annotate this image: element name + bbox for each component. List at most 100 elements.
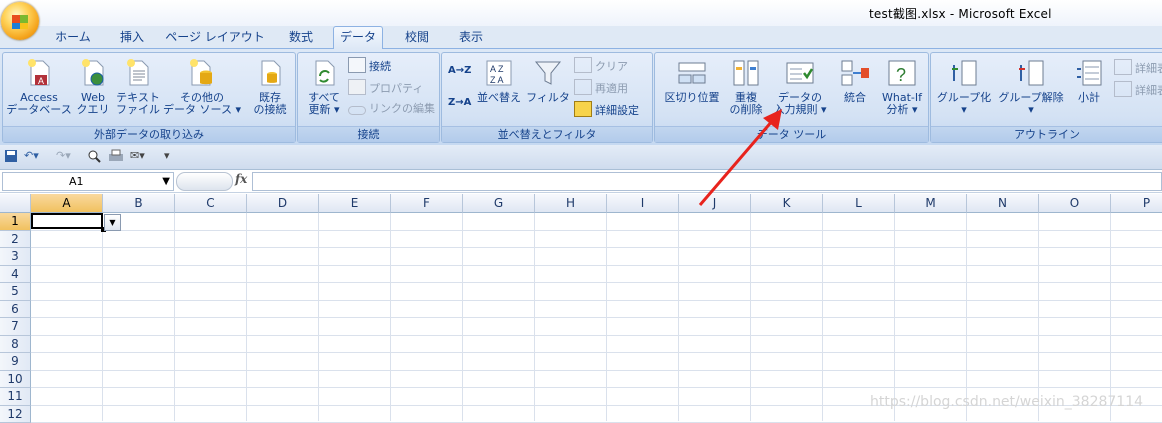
email-icon[interactable]: ✉▾ — [130, 149, 145, 162]
properties-icon — [348, 79, 366, 95]
column-header-h[interactable]: H — [535, 194, 607, 213]
row-header-2[interactable]: 2 — [0, 231, 31, 249]
access-button[interactable]: A Access データベース — [5, 57, 73, 116]
row-header-6[interactable]: 6 — [0, 301, 31, 319]
group-label-external: 外部データの取り込み — [3, 126, 295, 142]
row-header-7[interactable]: 7 — [0, 318, 31, 336]
advanced-filter-button[interactable]: 詳細設定 — [574, 101, 639, 119]
validation-dropdown-icon[interactable]: ▼ — [104, 214, 121, 231]
edit-links-button[interactable]: リンクの編集 — [348, 101, 435, 117]
row-header-12[interactable]: 12 — [0, 406, 31, 423]
existing-connections-button[interactable]: 既存 の接続 — [247, 57, 293, 116]
insert-function-icon[interactable]: fx — [235, 172, 247, 186]
tab-insert[interactable]: 挿入 — [108, 27, 156, 48]
consolidate-button[interactable]: 統合 — [833, 57, 877, 104]
column-header-l[interactable]: L — [823, 194, 895, 213]
worksheet-grid[interactable]: ABCDEFGHIJKLMNOP 123456789101112 ▼ — [0, 194, 1162, 421]
remove-duplicates-button[interactable]: 重複 の削除 — [725, 57, 767, 116]
remove-duplicates-icon — [730, 57, 762, 89]
name-box[interactable]: A1 ▼ — [2, 172, 174, 191]
chevron-down-icon[interactable]: ▼ — [162, 173, 170, 190]
tab-view[interactable]: 表示 — [447, 27, 495, 48]
subtotal-label: 小計 — [1069, 92, 1109, 104]
select-all-corner[interactable] — [0, 194, 31, 213]
column-header-i[interactable]: I — [607, 194, 679, 213]
column-header-m[interactable]: M — [895, 194, 967, 213]
other-sources-button[interactable]: その他の データ ソース ▾ — [161, 57, 243, 116]
row-header-11[interactable]: 11 — [0, 388, 31, 406]
validation-label-2-text: 入力規則 — [773, 103, 817, 116]
what-if-button[interactable]: ? What-If 分析 ▾ — [877, 57, 927, 116]
hide-detail-button[interactable]: 詳細表 — [1114, 81, 1162, 99]
sort-label: 並べ替え — [474, 92, 524, 104]
column-header-f[interactable]: F — [391, 194, 463, 213]
save-icon[interactable] — [4, 149, 18, 166]
column-header-n[interactable]: N — [967, 194, 1039, 213]
column-header-b[interactable]: B — [103, 194, 175, 213]
undo-icon[interactable]: ↶▾ — [24, 149, 39, 162]
quick-print-icon[interactable] — [108, 149, 124, 166]
row-header-4[interactable]: 4 — [0, 266, 31, 284]
tab-review[interactable]: 校閲 — [393, 27, 441, 48]
reapply-button[interactable]: 再適用 — [574, 79, 628, 97]
subtotal-button[interactable]: 小計 — [1069, 57, 1109, 104]
properties-button[interactable]: プロパティ — [348, 79, 423, 97]
clear-filter-button[interactable]: クリア — [574, 57, 628, 75]
text-file-button[interactable]: テキスト ファイル — [113, 57, 163, 116]
tab-data[interactable]: データ — [333, 26, 383, 49]
tab-formulas[interactable]: 数式 — [276, 27, 326, 48]
subtotal-icon — [1073, 57, 1105, 89]
name-box-value: A1 — [69, 173, 84, 190]
row-header-10[interactable]: 10 — [0, 371, 31, 389]
print-preview-icon[interactable] — [87, 149, 101, 166]
access-label-2: データベース — [5, 104, 73, 116]
sort-az-icon: A→Z — [448, 65, 471, 76]
ungroup-button[interactable]: グループ解除 ▾ — [995, 57, 1067, 116]
column-header-c[interactable]: C — [175, 194, 247, 213]
consolidate-label: 統合 — [833, 92, 877, 104]
properties-label: プロパティ — [369, 82, 423, 95]
column-header-p[interactable]: P — [1111, 194, 1162, 213]
column-header-a[interactable]: A — [31, 194, 103, 213]
sort-button[interactable]: A ZZ A 並べ替え — [474, 57, 524, 104]
office-button[interactable] — [1, 2, 39, 40]
column-header-j[interactable]: J — [679, 194, 751, 213]
web-query-button[interactable]: Web クエリ — [73, 57, 113, 116]
tab-home[interactable]: ホーム — [48, 27, 98, 48]
web-globe-icon — [77, 57, 109, 89]
column-header-d[interactable]: D — [247, 194, 319, 213]
row-header-1[interactable]: 1 — [0, 213, 31, 231]
column-header-k[interactable]: K — [751, 194, 823, 213]
formula-input[interactable] — [252, 172, 1162, 191]
other-label-2-text: データ ソース — [163, 103, 232, 116]
redo-icon[interactable]: ↷▾ — [56, 149, 71, 162]
column-header-o[interactable]: O — [1039, 194, 1111, 213]
tab-page-layout[interactable]: ページ レイアウト — [165, 27, 265, 48]
whatif-label-2-text: 分析 — [886, 103, 908, 116]
connections-button[interactable]: 接続 — [348, 57, 391, 75]
sort-ascending-button[interactable]: A→Z — [448, 63, 471, 79]
show-detail-button[interactable]: 詳細表 — [1114, 59, 1162, 77]
svg-text:Z A: Z A — [490, 75, 504, 85]
refresh-all-button[interactable]: すべて 更新 ▾ — [302, 57, 346, 116]
row-header-3[interactable]: 3 — [0, 248, 31, 266]
row-header-8[interactable]: 8 — [0, 336, 31, 354]
row-header-9[interactable]: 9 — [0, 353, 31, 371]
ribbon: A Access データベース Web クエリ テキスト ファイル その他の デ… — [0, 48, 1162, 145]
hide-detail-label: 詳細表 — [1135, 84, 1162, 97]
group-button[interactable]: グループ化 ▾ — [933, 57, 995, 116]
active-cell-a1[interactable] — [31, 213, 103, 229]
column-header-g[interactable]: G — [463, 194, 535, 213]
access-db-icon: A — [23, 57, 55, 89]
row-header-5[interactable]: 5 — [0, 283, 31, 301]
filter-label: フィルタ — [526, 92, 570, 104]
data-validation-button[interactable]: データの 入力規則 ▾ — [767, 57, 833, 116]
formula-bar-splitter[interactable] — [176, 172, 233, 191]
sort-dialog-icon: A ZZ A — [483, 57, 515, 89]
column-header-e[interactable]: E — [319, 194, 391, 213]
filter-button[interactable]: フィルタ — [526, 57, 570, 104]
text-to-columns-button[interactable]: 区切り位置 — [659, 57, 725, 104]
customize-qat-icon[interactable]: ▾ — [164, 149, 170, 162]
sort-descending-button[interactable]: Z→A — [448, 95, 471, 111]
group-sort-filter: A→Z Z→A A ZZ A 並べ替え フィルタ クリア 再適用 詳細設定 並べ… — [441, 52, 653, 143]
